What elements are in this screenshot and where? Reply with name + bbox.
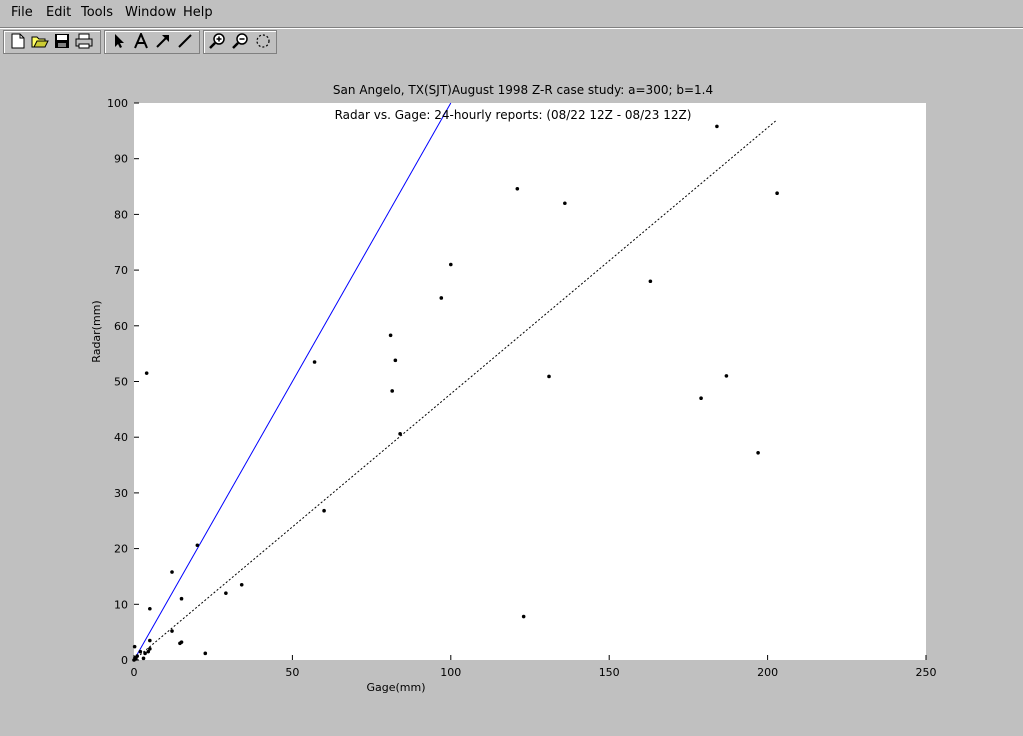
data-point <box>515 186 520 191</box>
data-point <box>179 596 184 601</box>
text-insert-icon[interactable] <box>131 31 151 51</box>
data-point <box>398 432 402 436</box>
data-point <box>393 358 398 363</box>
y-tick-label: 40 <box>114 431 128 444</box>
menu-bar: File Edit Tools Window Help <box>0 0 1023 28</box>
data-point <box>449 262 453 267</box>
data-point <box>203 651 208 656</box>
data-point <box>148 638 152 643</box>
data-point <box>547 374 551 379</box>
data-point <box>138 649 143 654</box>
menu-edit[interactable]: Edit <box>46 5 71 20</box>
new-file-icon[interactable] <box>8 31 28 51</box>
data-point <box>135 654 139 658</box>
x-tick-label: 250 <box>916 666 937 679</box>
print-icon[interactable] <box>74 31 94 51</box>
y-tick-label: 80 <box>114 208 128 221</box>
toolbar <box>0 28 1023 56</box>
data-point <box>563 201 567 206</box>
data-point <box>756 450 760 455</box>
x-tick-label: 150 <box>599 666 620 679</box>
data-point <box>775 191 779 196</box>
x-tick-label: 200 <box>757 666 778 679</box>
data-point <box>439 296 444 300</box>
y-axis-label: Radar(mm) <box>90 300 103 362</box>
data-point <box>148 647 152 651</box>
data-point <box>724 374 729 378</box>
line-insert-icon[interactable] <box>175 31 195 51</box>
x-tick-label: 50 <box>285 666 299 679</box>
open-folder-icon[interactable] <box>30 31 50 51</box>
data-point <box>144 371 149 375</box>
data-point <box>179 640 184 644</box>
figure-canvas: 0 50 100 150 200 250 0 10 20 30 40 50 60 70 80 90 100 Sa… <box>0 55 1023 736</box>
data-point <box>648 279 653 284</box>
menu-help[interactable]: Help <box>183 5 213 20</box>
x-tick-label: 0 <box>131 666 138 679</box>
data-point <box>312 360 317 364</box>
data-point <box>521 614 526 619</box>
data-point <box>322 508 326 513</box>
menu-file[interactable]: File <box>11 5 33 20</box>
data-point <box>148 606 152 611</box>
x-tick-label: 100 <box>440 666 461 679</box>
menu-tools[interactable]: Tools <box>81 5 113 20</box>
data-point <box>170 629 174 633</box>
data-point <box>143 651 147 656</box>
y-tick-label: 10 <box>114 598 128 611</box>
y-tick-label: 90 <box>114 153 128 166</box>
chart-title: San Angelo, TX(SJT)August 1998 Z-R case … <box>333 83 713 97</box>
axes-background <box>134 103 926 660</box>
data-point <box>699 396 703 401</box>
y-tick-label: 60 <box>114 320 128 333</box>
data-point <box>195 543 200 548</box>
data-point <box>132 644 137 649</box>
menu-window[interactable]: Window <box>125 5 176 20</box>
zoom-in-icon[interactable] <box>208 31 228 51</box>
arrow-select-icon[interactable] <box>109 31 129 51</box>
y-tick-label: 100 <box>107 97 128 110</box>
data-point <box>170 570 174 574</box>
y-tick-label: 20 <box>114 543 128 556</box>
chart-subtitle: Radar vs. Gage: 24-hourly reports: (08/2… <box>335 108 692 122</box>
y-tick-label: 0 <box>121 654 128 667</box>
rotate-icon[interactable] <box>253 31 273 51</box>
data-point <box>141 656 146 661</box>
scatter-plot: 0 50 100 150 200 250 0 10 20 30 40 50 60 70 80 90 100 Sa… <box>90 83 937 694</box>
x-axis-label: Gage(mm) <box>366 681 425 694</box>
data-point <box>390 389 394 393</box>
arrow-insert-icon[interactable] <box>153 31 173 51</box>
save-icon[interactable] <box>52 31 72 51</box>
zoom-out-icon[interactable] <box>231 31 251 51</box>
y-tick-label: 70 <box>114 264 128 277</box>
y-tick-label: 50 <box>114 376 128 389</box>
data-point <box>239 583 244 587</box>
y-tick-label: 30 <box>114 487 128 500</box>
data-point <box>715 124 719 129</box>
data-point <box>388 333 393 338</box>
data-point <box>224 591 228 595</box>
